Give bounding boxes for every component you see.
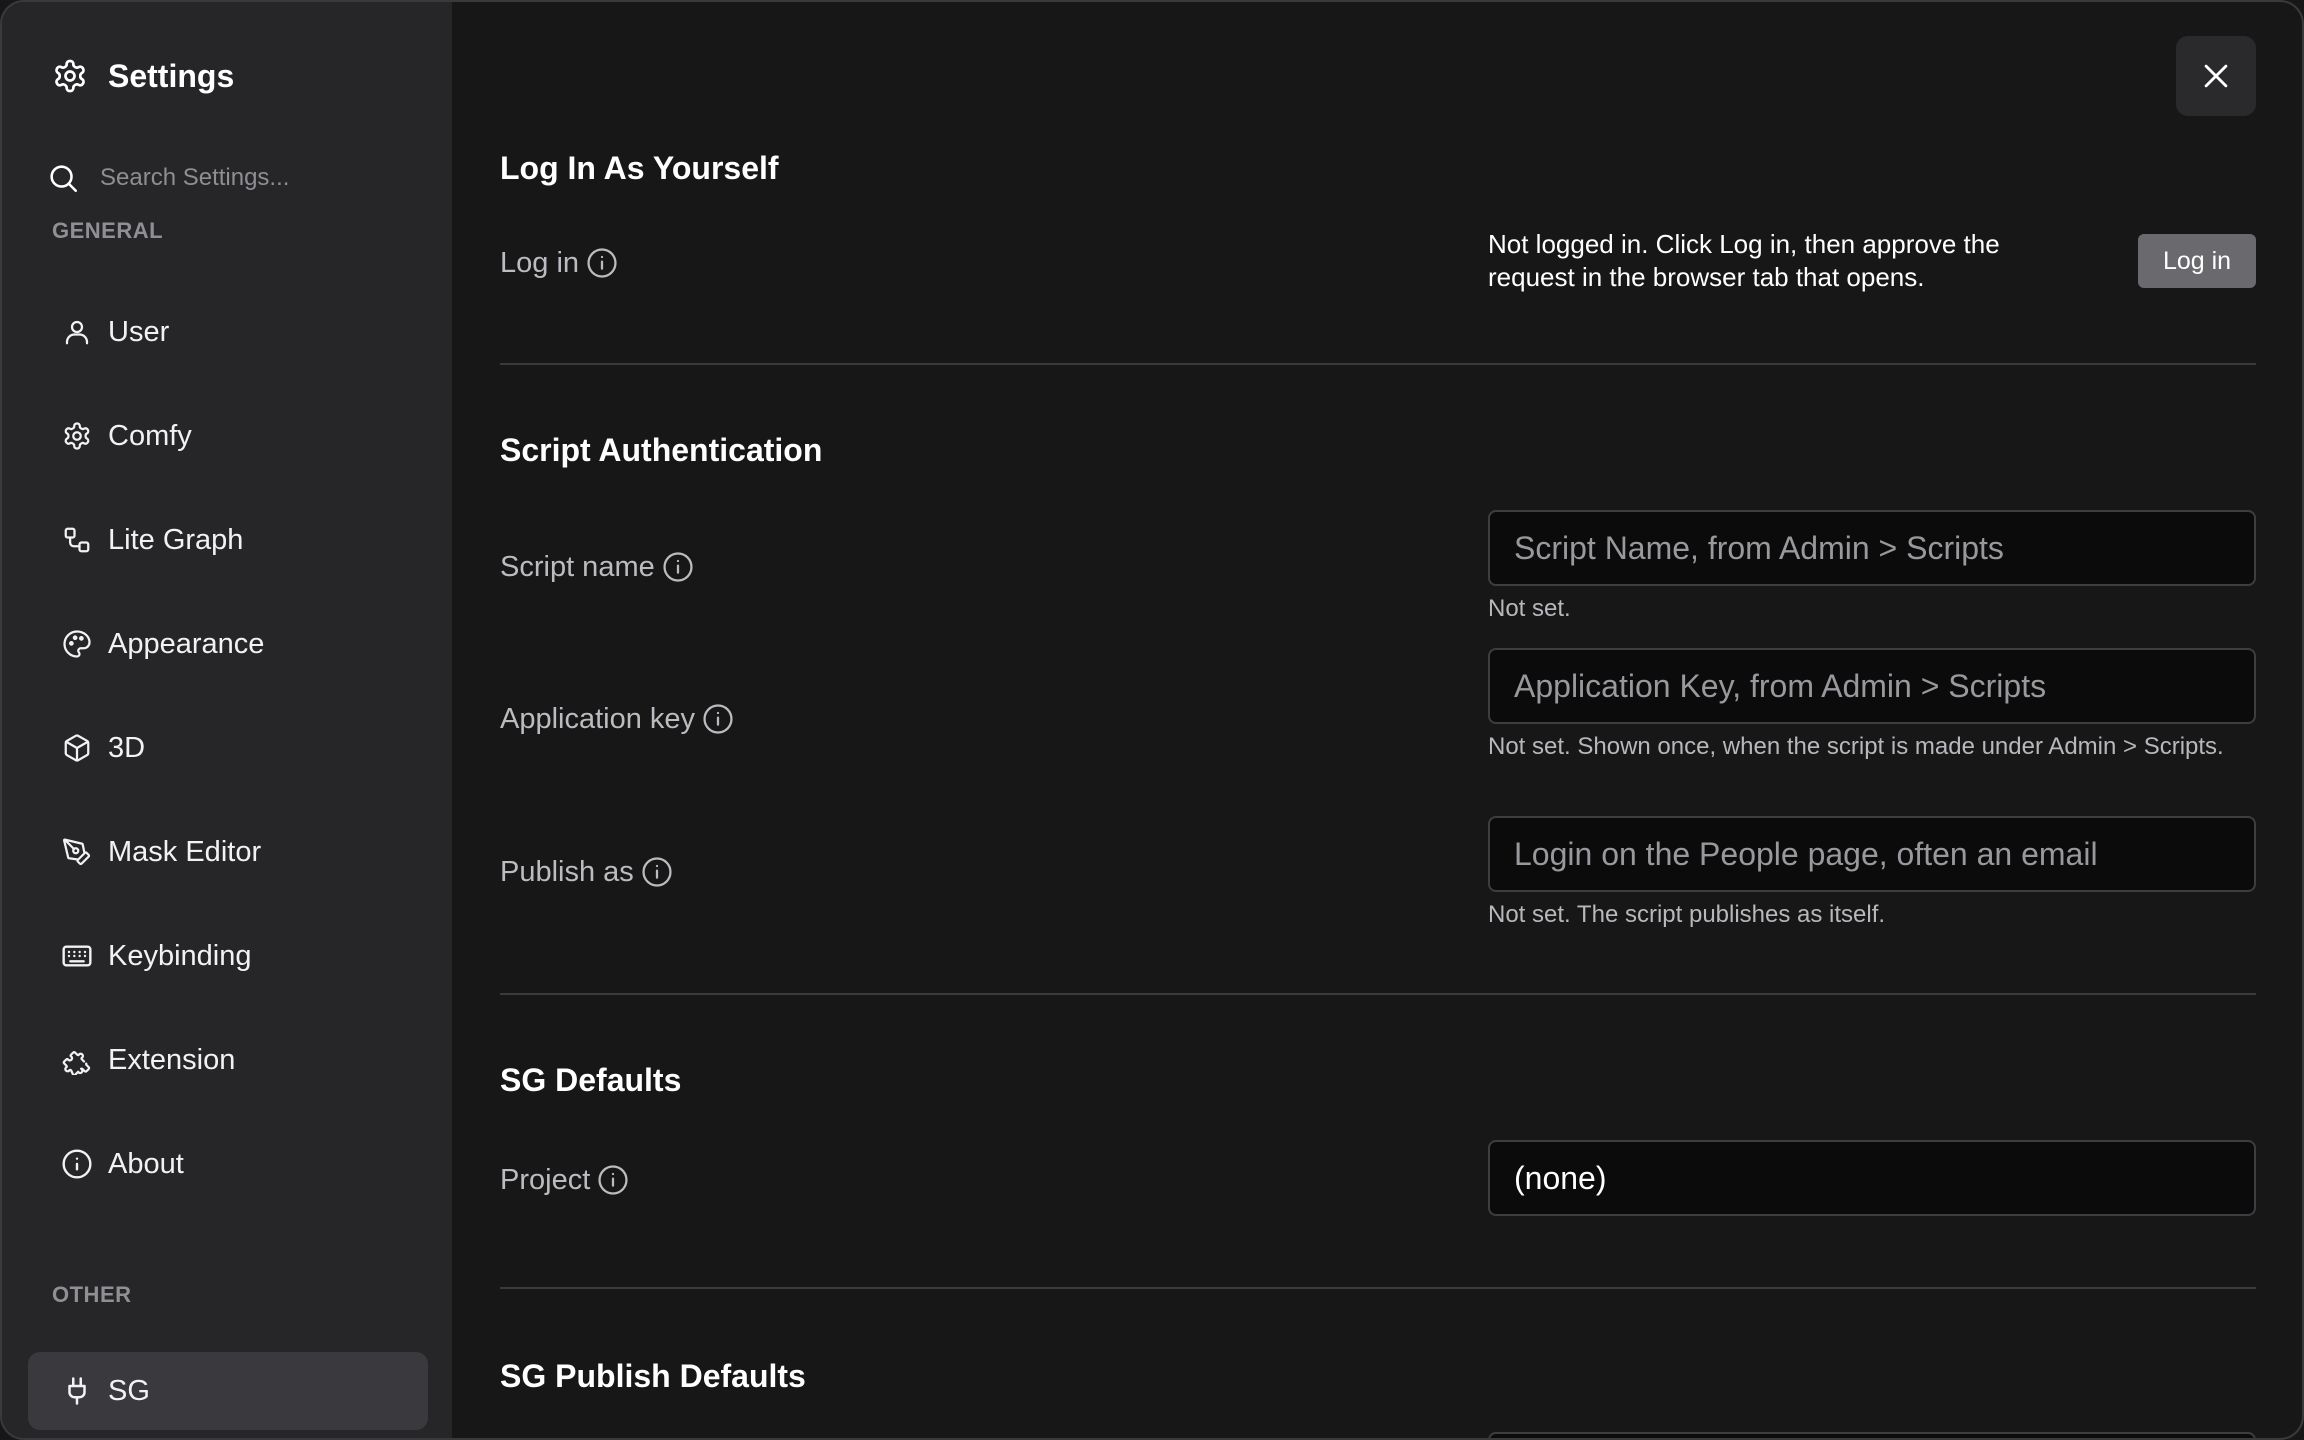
- sidebar-item-about[interactable]: About: [28, 1125, 428, 1203]
- info-icon[interactable]: [661, 550, 695, 584]
- sidebar-item-user[interactable]: User: [28, 293, 428, 371]
- application-key-label: Application key: [500, 702, 696, 735]
- keyboard-icon: [60, 939, 94, 973]
- settings-dialog: Settings GENERAL User Comfy: [0, 0, 2304, 1440]
- section-title-login: Log In As Yourself: [500, 150, 779, 186]
- sidebar-item-label: Appearance: [108, 627, 265, 660]
- script-name-input[interactable]: [1488, 510, 2256, 586]
- sidebar-item-label: Extension: [108, 1043, 236, 1076]
- project-row-label: Project: [500, 1160, 630, 1200]
- login-status-text: Not logged in. Click Log in, then approv…: [1488, 229, 2000, 292]
- search-input[interactable]: [98, 163, 398, 193]
- sidebar-item-label: Keybinding: [108, 939, 252, 972]
- sidebar-item-label: Lite Graph: [108, 523, 244, 556]
- section-label-general: GENERAL: [52, 218, 164, 243]
- sidebar-item-label: SG: [108, 1374, 150, 1407]
- sidebar-item-label: Mask Editor: [108, 835, 262, 868]
- cube-icon: [60, 731, 94, 765]
- sidebar-item-lite-graph[interactable]: Lite Graph: [28, 501, 428, 579]
- divider: [500, 363, 2256, 365]
- sidebar-item-appearance[interactable]: Appearance: [28, 605, 428, 683]
- info-icon: [60, 1147, 94, 1181]
- info-icon[interactable]: [701, 702, 735, 736]
- sidebar-item-label: 3D: [108, 731, 146, 764]
- section-title-sg-publish-defaults: SG Publish Defaults: [500, 1358, 806, 1394]
- publish-as-row-label: Publish as: [500, 852, 674, 892]
- gear-icon: [60, 419, 94, 453]
- publish-as-hint: Not set. The script publishes as itself.: [1488, 901, 1886, 928]
- info-icon[interactable]: [640, 855, 674, 889]
- publish-defaults-field[interactable]: [1488, 1432, 2256, 1438]
- sidebar-item-mask-editor[interactable]: Mask Editor: [28, 813, 428, 891]
- palette-icon: [60, 627, 94, 661]
- section-label-other: OTHER: [52, 1282, 132, 1307]
- pen-tool-icon: [60, 835, 94, 869]
- sidebar: Settings GENERAL User Comfy: [2, 2, 452, 1438]
- script-name-label: Script name: [500, 550, 655, 583]
- search-icon: [46, 161, 80, 195]
- sidebar-item-label: About: [108, 1147, 184, 1180]
- project-label: Project: [500, 1163, 591, 1196]
- project-select[interactable]: (none): [1488, 1140, 2256, 1216]
- application-key-row-label: Application key: [500, 699, 735, 739]
- script-name-row-label: Script name: [500, 547, 695, 587]
- puzzle-icon: [60, 1043, 94, 1077]
- user-icon: [60, 315, 94, 349]
- close-button[interactable]: [2176, 36, 2256, 116]
- sidebar-item-comfy[interactable]: Comfy: [28, 397, 428, 475]
- graph-nodes-icon: [60, 523, 94, 557]
- application-key-input[interactable]: [1488, 648, 2256, 724]
- sidebar-item-3d[interactable]: 3D: [28, 709, 428, 787]
- info-icon[interactable]: [585, 246, 619, 280]
- divider: [500, 1287, 2256, 1289]
- close-icon: [2199, 59, 2233, 93]
- search-box[interactable]: [46, 156, 426, 200]
- sidebar-item-extension[interactable]: Extension: [28, 1021, 428, 1099]
- divider: [500, 993, 2256, 995]
- sidebar-title: Settings: [108, 57, 235, 94]
- login-button[interactable]: Log in: [2138, 234, 2256, 288]
- login-row-label: Log in: [500, 243, 619, 283]
- sidebar-header: Settings: [52, 54, 234, 98]
- application-key-hint: Not set. Shown once, when the script is …: [1488, 733, 2224, 760]
- publish-as-input[interactable]: [1488, 816, 2256, 892]
- sidebar-item-label: User: [108, 315, 170, 348]
- sidebar-item-label: Comfy: [108, 419, 192, 452]
- gear-icon: [52, 58, 88, 94]
- publish-as-label: Publish as: [500, 855, 634, 888]
- sidebar-item-keybinding[interactable]: Keybinding: [28, 917, 428, 995]
- info-icon[interactable]: [596, 1163, 630, 1197]
- project-select-value: (none): [1514, 1159, 1607, 1196]
- section-title-sg-defaults: SG Defaults: [500, 1062, 682, 1098]
- login-label: Log in: [500, 246, 580, 279]
- sidebar-item-sg[interactable]: SG: [28, 1352, 428, 1430]
- plug-icon: [60, 1374, 94, 1408]
- section-title-script-auth: Script Authentication: [500, 432, 823, 468]
- script-name-hint: Not set.: [1488, 595, 1571, 622]
